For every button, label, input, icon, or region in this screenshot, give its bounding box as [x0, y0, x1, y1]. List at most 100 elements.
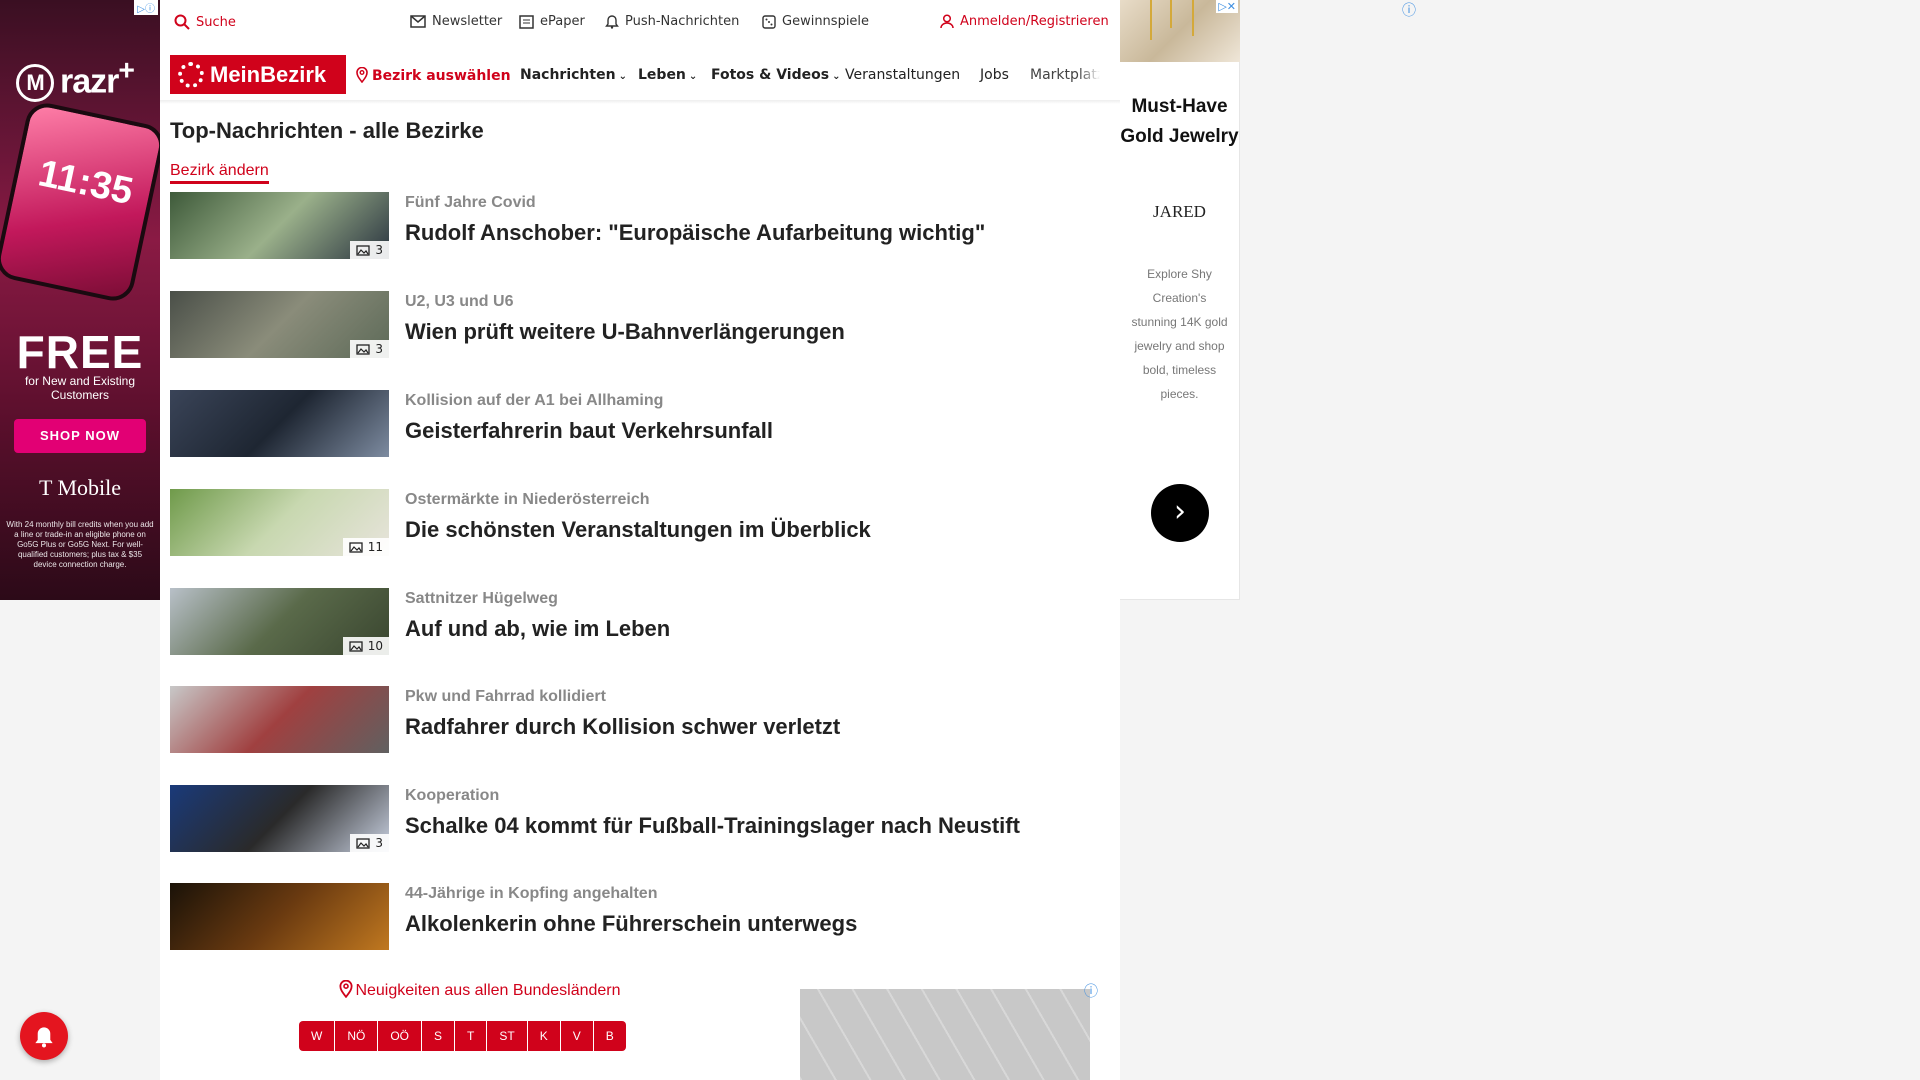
gallery-icon [356, 244, 371, 256]
article-thumbnail[interactable]: 11 [170, 489, 389, 556]
article-title[interactable]: Rudolf Anschober: "Europäische Aufarbeit… [405, 220, 985, 246]
article-title[interactable]: Geisterfahrerin baut Verkehrsunfall [405, 418, 773, 444]
state-button[interactable]: OÖ [378, 1021, 422, 1051]
notification-bell-button[interactable] [20, 1012, 68, 1060]
ad-headline: FREE [16, 326, 144, 378]
location-pin-icon [339, 979, 353, 999]
carrier-logo: T Mobile [38, 475, 122, 500]
phone-image: 11:35 [0, 99, 160, 305]
gallery-icon [356, 343, 371, 355]
nav-events[interactable]: Veranstaltungen [845, 67, 960, 83]
adchoices-icon[interactable]: ▷ⓘ [134, 0, 158, 15]
adchoices-close-icon[interactable]: ▷✕ [1216, 0, 1238, 13]
search-link[interactable]: Suche [174, 14, 236, 30]
motorola-logo-icon: M [16, 64, 54, 103]
nav-news[interactable]: Nachrichten ⌄ [520, 67, 627, 83]
article-title[interactable]: Schalke 04 kommt für Fußball-Trainingsla… [405, 813, 1020, 839]
article-kicker: Pkw und Fahrrad kollidiert [405, 688, 606, 705]
bottom-ad-banner[interactable]: ⓘ [800, 984, 1098, 1080]
state-button[interactable]: K [528, 1021, 561, 1051]
article-thumbnail[interactable]: 3 [170, 192, 389, 259]
article-kicker: 44-Jährige in Kopfing angehalten [405, 885, 658, 902]
ad-fine-print: With 24 monthly bill credits when you ad… [6, 520, 154, 569]
gallery-icon [356, 837, 371, 849]
nav-marketplace[interactable]: Marktplatz [1030, 67, 1100, 83]
photo-count: 11 [367, 540, 383, 554]
newspaper-icon [519, 14, 534, 29]
article-item[interactable]: 44-Jährige in Kopfing angehalten Alkolenk… [170, 883, 1110, 951]
state-button[interactable]: ST [487, 1021, 528, 1051]
article-thumbnail[interactable]: 3 [170, 785, 389, 852]
phone-time: 11:35 [34, 152, 137, 214]
article-item[interactable]: 3 Kooperation Schalke 04 kommt für Fußball… [170, 785, 1110, 853]
gallery-icon [349, 640, 363, 652]
chevron-down-icon: ⌄ [618, 71, 627, 82]
article-item[interactable]: 3 U2, U3 und U6 Wien prüft weitere U-Bahnv… [170, 291, 1110, 359]
nav-photos-videos[interactable]: Fotos & Videos ⌄ [711, 67, 840, 83]
article-kicker: Sattnitzer Hügelweg [405, 590, 558, 607]
push-news-link[interactable]: Push-Nachrichten [605, 14, 739, 29]
page-title: Top-Nachrichten - alle Bezirke [170, 118, 484, 143]
article-thumbnail[interactable] [170, 390, 389, 457]
contests-label: Gewinnspiele [782, 14, 870, 29]
newsletter-label: Newsletter [432, 14, 503, 29]
state-button[interactable]: NÖ [335, 1021, 379, 1051]
ad-brand: Mrazr+ [16, 55, 135, 103]
epaper-link[interactable]: ePaper [519, 14, 585, 29]
login-link[interactable]: Anmelden/Registrieren [940, 14, 1109, 29]
ad-info-icon[interactable]: ⓘ [1084, 981, 1098, 1001]
ad-brand: JARED [1153, 202, 1206, 221]
site-logo[interactable]: MeinBezirk [170, 55, 346, 94]
push-news-label: Push-Nachrichten [625, 14, 740, 29]
newsletter-link[interactable]: Newsletter [410, 14, 502, 29]
article-title[interactable]: Wien prüft weitere U-Bahnverlängerungen [405, 319, 845, 345]
right-ad-banner[interactable]: ▷✕ Must-Have Gold Jewelry JARED Explore … [1120, 0, 1240, 600]
article-thumbnail[interactable]: 10 [170, 588, 389, 655]
dice-icon [762, 14, 776, 29]
envelope-icon [410, 15, 426, 28]
state-button[interactable]: W [299, 1021, 336, 1051]
nav-jobs[interactable]: Jobs [980, 67, 1009, 83]
user-icon [940, 14, 954, 29]
article-title[interactable]: Die schönsten Veranstaltungen im Überbli… [405, 517, 871, 543]
article-title[interactable]: Alkolenkerin ohne Führerschein unterwegs [405, 911, 857, 937]
left-ad-banner[interactable]: ▷ⓘ Mrazr+ 11:35 FREE for New and Existin… [0, 0, 160, 600]
state-selector: W NÖ OÖ S T ST K V B [299, 1021, 626, 1051]
article-item[interactable]: Pkw und Fahrrad kollidiert Radfahrer durc… [170, 686, 1110, 754]
ad-subline: for New and Existing Customers [24, 374, 136, 402]
chevron-right-icon[interactable]: › [1151, 484, 1209, 542]
article-title[interactable]: Radfahrer durch Kollision schwer verletz… [405, 714, 840, 740]
photo-count-badge: 10 [342, 637, 389, 655]
article-item[interactable]: 11 Ostermärkte in Niederösterreich Die sch… [170, 489, 1110, 557]
article-kicker: Kooperation [405, 787, 500, 804]
article-kicker: Kollision auf der A1 bei Allhaming [405, 392, 664, 409]
epaper-label: ePaper [540, 14, 585, 29]
all-states-heading[interactable]: Neuigkeiten aus allen Bundesländern [320, 979, 640, 1000]
article-title[interactable]: Auf und ab, wie im Leben [405, 616, 670, 642]
article-kicker: Ostermärkte in Niederösterreich [405, 491, 650, 508]
shop-now-button[interactable]: SHOP NOW [14, 419, 146, 453]
article-item[interactable]: 3 Fünf Jahre Covid Rudolf Anschober: "Euro… [170, 192, 1110, 260]
state-button[interactable]: V [561, 1021, 594, 1051]
bell-icon [605, 15, 619, 29]
article-thumbnail[interactable] [170, 883, 389, 950]
ad-info-icon[interactable]: ⓘ [1402, 0, 1416, 20]
gallery-icon [349, 541, 363, 553]
state-button[interactable]: T [455, 1021, 488, 1051]
photo-count: 10 [367, 639, 383, 653]
nav-life[interactable]: Leben ⌄ [638, 67, 697, 83]
article-item[interactable]: 10 Sattnitzer Hügelweg Auf und ab, wie im … [170, 588, 1110, 656]
contests-link[interactable]: Gewinnspiele [762, 14, 869, 29]
article-thumbnail[interactable] [170, 686, 389, 753]
ad-title: Must-Have Gold Jewelry [1120, 96, 1239, 147]
state-button[interactable]: B [594, 1021, 626, 1051]
main-column: Suche Newsletter ePaper Push-Nachrichten… [160, 0, 1120, 1080]
article-item[interactable]: Kollision auf der A1 bei Allhaming Geiste… [170, 390, 1110, 458]
search-label: Suche [196, 14, 236, 30]
state-button[interactable]: S [422, 1021, 456, 1051]
chevron-down-icon: ⌄ [688, 71, 698, 82]
main-navigation: MeinBezirk Bezirk auswählen Nachrichten ⌄… [160, 46, 1120, 102]
change-district-link[interactable]: Bezirk ändern [170, 162, 269, 184]
nav-select-district[interactable]: Bezirk auswählen [356, 66, 511, 84]
article-thumbnail[interactable]: 3 [170, 291, 389, 358]
